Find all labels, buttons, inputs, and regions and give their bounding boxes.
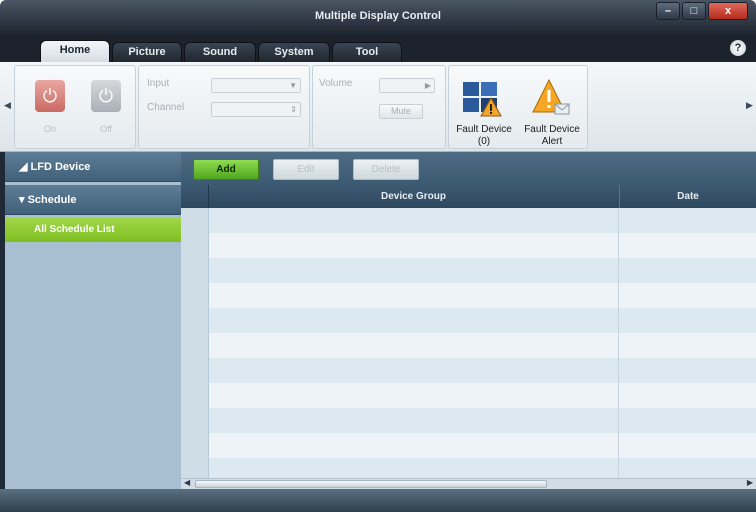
edit-button[interactable]: Edit: [273, 159, 339, 180]
sidebar-item-label: LFD Device: [30, 161, 91, 173]
tab-system[interactable]: System: [258, 42, 330, 62]
table-body: [181, 208, 756, 478]
ribbon-panel: ◀ ▶ ⏻ On ⏻ Off Input ▼ Channel ⇕ Volume …: [0, 62, 756, 152]
volume-slider[interactable]: ▶: [379, 78, 435, 93]
input-select[interactable]: ▼: [211, 78, 301, 93]
window-title: Multiple Display Control: [315, 10, 441, 22]
expand-arrow-icon: ▾: [19, 194, 28, 206]
ribbon-scroll-left-icon[interactable]: ◀: [4, 100, 11, 111]
select-all-header[interactable]: [181, 185, 209, 208]
fault-device-label: Fault Device (0): [456, 124, 512, 147]
scroll-left-icon[interactable]: ◀: [184, 478, 190, 487]
channel-label: Channel: [147, 102, 185, 113]
table-row[interactable]: [181, 208, 756, 233]
scrollbar-thumb[interactable]: [195, 480, 547, 488]
help-icon[interactable]: ?: [730, 40, 746, 56]
fault-group: Fault Device (0) Fault Device Alert: [448, 65, 588, 149]
column-date[interactable]: Date: [619, 185, 756, 208]
minimize-button[interactable]: –: [656, 2, 680, 20]
fault-alert-label: Fault Device Alert: [524, 124, 580, 147]
power-group: ⏻ On ⏻ Off: [14, 65, 136, 149]
sidebar-item-lfd-device[interactable]: ◢ LFD Device: [5, 152, 181, 182]
volume-label: Volume: [319, 78, 353, 89]
fault-device-icon[interactable]: [461, 80, 503, 118]
sidebar: ◢ LFD Device ▾ Schedule All Schedule Lis…: [5, 152, 181, 489]
maximize-button[interactable]: □: [682, 2, 706, 20]
delete-button[interactable]: Delete: [353, 159, 419, 180]
power-off-label: Off: [100, 124, 112, 134]
sidebar-item-label: Schedule: [27, 194, 77, 206]
tab-tool[interactable]: Tool: [332, 42, 402, 62]
tab-sound[interactable]: Sound: [184, 42, 256, 62]
ribbon-tab-bar: Home Picture Sound System Tool ?: [0, 34, 756, 62]
collapse-arrow-icon: ◢: [19, 161, 31, 173]
window-controls: – □ x: [656, 2, 748, 20]
column-device-group[interactable]: Device Group: [209, 185, 618, 208]
main-panel: Add Edit Delete Device Group Date ◀ ▶: [181, 152, 756, 489]
close-button[interactable]: x: [708, 2, 748, 20]
channel-stepper[interactable]: ⇕: [211, 102, 301, 117]
horizontal-scrollbar[interactable]: ◀ ▶: [181, 478, 756, 489]
power-on-icon[interactable]: ⏻: [35, 80, 65, 112]
table-row[interactable]: [181, 233, 756, 258]
ribbon-scroll-right-icon[interactable]: ▶: [746, 100, 753, 111]
tab-picture[interactable]: Picture: [112, 42, 182, 62]
add-button[interactable]: Add: [193, 159, 259, 180]
power-off-icon[interactable]: ⏻: [91, 80, 121, 112]
chevron-down-icon: ▼: [289, 81, 297, 90]
input-label: Input: [147, 78, 170, 89]
table-row[interactable]: [181, 433, 756, 458]
table-row[interactable]: [181, 383, 756, 408]
mute-button[interactable]: Mute: [379, 104, 423, 119]
sidebar-item-schedule[interactable]: ▾ Schedule: [5, 185, 181, 215]
fault-alert-icon[interactable]: [531, 78, 571, 118]
table-row[interactable]: [181, 358, 756, 383]
table-row[interactable]: [181, 283, 756, 308]
volume-group: Volume ▶ Mute: [312, 65, 446, 149]
table-row[interactable]: [181, 458, 756, 478]
arrow-right-icon: ▶: [424, 81, 431, 90]
table-row[interactable]: [181, 408, 756, 433]
column-divider: [618, 208, 619, 478]
sidebar-item-all-schedule-list[interactable]: All Schedule List: [5, 217, 181, 242]
table-row[interactable]: [181, 258, 756, 283]
tab-home[interactable]: Home: [40, 40, 110, 62]
table-header: Device Group Date: [181, 185, 756, 208]
spinner-icon: ⇕: [290, 105, 297, 114]
table-row[interactable]: [181, 333, 756, 358]
input-channel-group: Input ▼ Channel ⇕: [138, 65, 310, 149]
row-header-column: [181, 208, 209, 478]
schedule-toolbar: Add Edit Delete: [181, 152, 756, 185]
status-bar: [0, 489, 756, 512]
scroll-right-icon[interactable]: ▶: [747, 478, 753, 487]
table-row[interactable]: [181, 308, 756, 333]
power-on-label: On: [43, 124, 56, 134]
title-bar: Multiple Display Control – □ x: [0, 0, 756, 34]
